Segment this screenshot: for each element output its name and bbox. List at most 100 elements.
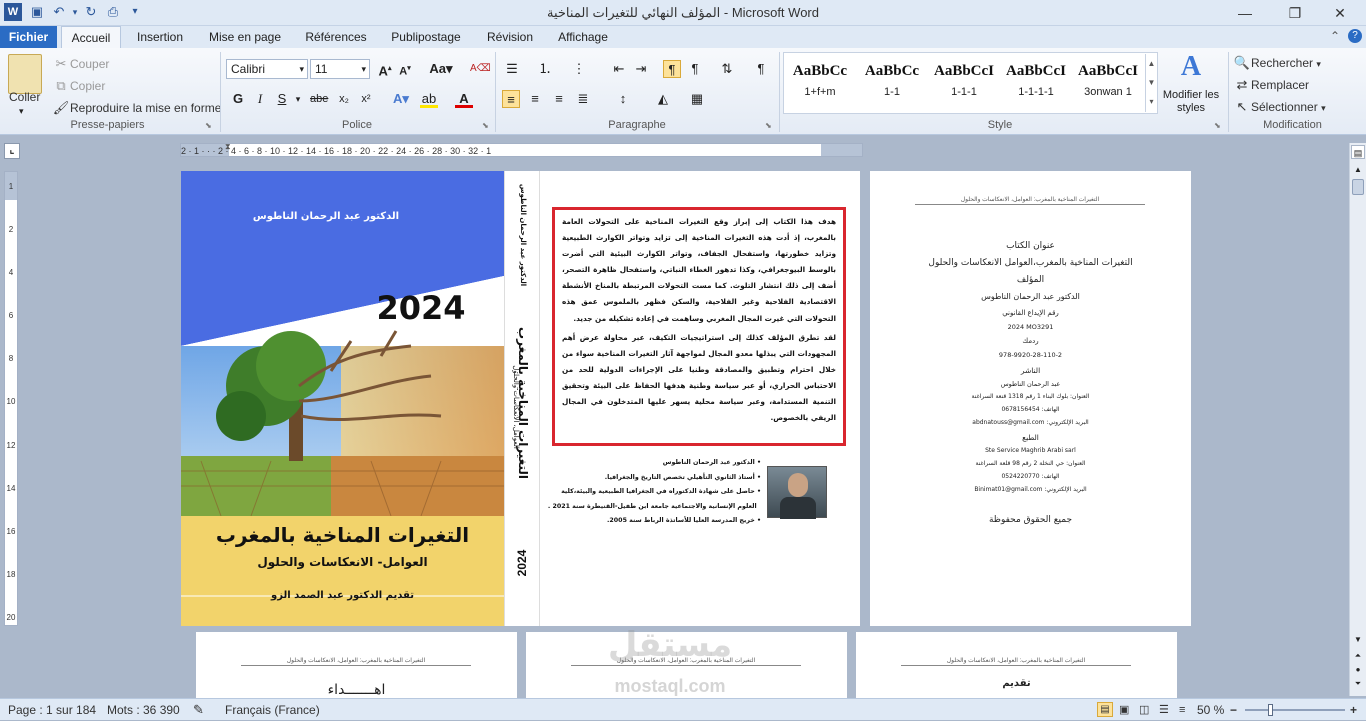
clear-formatting-icon[interactable]: A⌫ (470, 60, 491, 78)
change-case-icon[interactable]: Aa▾ (428, 60, 454, 78)
draft-icon[interactable]: ≡ (1179, 699, 1185, 721)
zoom-out-icon[interactable]: − (1230, 699, 1237, 721)
paste-button[interactable]: Coller (9, 90, 40, 104)
tab-page-layout[interactable]: Mise en page (203, 26, 287, 48)
copyright-page[interactable]: التغيرات المناخية بالمغرب: العوامل، الان… (870, 171, 1191, 626)
paste-icon[interactable] (8, 54, 42, 94)
restore-icon[interactable]: ❐ (1280, 2, 1310, 24)
copy-button[interactable]: ⧉ Copier (52, 77, 105, 95)
web-layout-icon[interactable]: ◫ (1139, 699, 1149, 721)
scroll-thumb[interactable] (1352, 179, 1364, 195)
tab-stop-selector[interactable]: ⌞ (4, 143, 20, 159)
paragraph-launcher-icon[interactable]: ⬊ (765, 121, 772, 130)
subscript-icon[interactable]: x₂ (335, 90, 353, 108)
close-icon[interactable]: ✕ (1325, 2, 1355, 24)
ruler-toggle-icon[interactable]: ▤ (1351, 145, 1365, 159)
styles-scroll-icon[interactable]: ▲ ▼ ▾ (1145, 54, 1157, 112)
preface-page[interactable]: التغيرات المناخية بالمغرب: العوامل، الان… (856, 632, 1177, 700)
align-right-icon[interactable]: ≡ (550, 90, 568, 108)
outline-icon[interactable]: ☰ (1159, 699, 1169, 721)
styles-launcher-icon[interactable]: ⬊ (1214, 121, 1221, 130)
increase-indent-icon[interactable]: ⇥ (632, 60, 650, 78)
tab-home[interactable]: Accueil (61, 26, 121, 48)
text-effects-icon[interactable]: A▾ (392, 90, 410, 108)
back-cover-page[interactable]: هدف هذا الكتاب إلى إبراز وقع التغيرات ال… (540, 171, 860, 626)
scroll-down-icon[interactable]: ▼ (1351, 635, 1365, 649)
borders-icon[interactable]: ▦ (688, 90, 706, 108)
tab-review[interactable]: Révision (480, 26, 540, 48)
show-formatting-icon[interactable]: ¶ (752, 60, 770, 78)
tab-mailings[interactable]: Publipostage (385, 26, 467, 48)
replace-button[interactable]: ⇄ Remplacer (1233, 76, 1309, 94)
paste-dropdown-icon[interactable]: ▾ (19, 106, 24, 117)
bold-icon[interactable]: G (229, 90, 247, 108)
italic-icon[interactable]: I (251, 90, 269, 108)
previous-page-icon[interactable]: ⏶ (1351, 651, 1365, 663)
tab-insert[interactable]: Insertion (130, 26, 190, 48)
underline-dropdown-icon[interactable]: ▾ (289, 90, 307, 108)
cut-label: Couper (70, 57, 110, 71)
grow-font-icon[interactable]: A▴ (376, 60, 394, 78)
clipboard-launcher-icon[interactable]: ⬊ (205, 121, 212, 130)
word-count[interactable]: Mots : 36 390 (107, 699, 180, 721)
multilevel-list-icon[interactable]: ⋮ (570, 60, 588, 78)
style-item[interactable]: AaBbCcI 1-1-1 (929, 56, 999, 112)
tab-file[interactable]: Fichier (0, 26, 57, 48)
next-page-icon[interactable]: ⏷ (1351, 679, 1365, 691)
style-item[interactable]: AaBbCc 1+f+m (785, 56, 855, 112)
help-icon[interactable]: ? (1348, 29, 1362, 43)
change-styles-icon[interactable]: A (1175, 52, 1207, 82)
sort-icon[interactable]: ⇅ (718, 60, 736, 78)
minimize-ribbon-icon[interactable]: ⌃ (1330, 29, 1340, 43)
shrink-font-icon[interactable]: A▾ (396, 60, 414, 78)
language-indicator[interactable]: Français (France) (225, 699, 320, 721)
select-button[interactable]: ↖ Sélectionner ▾ (1233, 98, 1326, 116)
full-screen-reading-icon[interactable]: ▣ (1119, 699, 1129, 721)
cover-title: التغيرات المناخية بالمغرب (215, 523, 470, 547)
proofing-icon[interactable]: ✎ (193, 699, 204, 721)
browse-object-icon[interactable]: ● (1351, 665, 1365, 677)
style-item[interactable]: AaBbCcI 1-1-1-1 (1001, 56, 1071, 112)
strikethrough-icon[interactable]: abe (310, 90, 328, 108)
summary-box: هدف هذا الكتاب إلى إبراز وقع التغيرات ال… (552, 207, 846, 446)
vertical-ruler[interactable]: 1 2 4 6 8 10 12 14 16 18 20 (4, 171, 18, 626)
font-size-select[interactable]: 11 ▾ (310, 59, 370, 79)
line-spacing-icon[interactable]: ↕ (614, 90, 632, 108)
indent-marker-icon[interactable]: ⧗ (225, 142, 231, 152)
align-center-icon[interactable]: ≡ (526, 90, 544, 108)
style-item[interactable]: AaBbCcI 3onwan 1 (1073, 56, 1143, 112)
font-launcher-icon[interactable]: ⬊ (482, 121, 489, 130)
highlight-icon[interactable]: ab (420, 90, 438, 108)
superscript-icon[interactable]: x² (357, 90, 375, 108)
front-cover-page[interactable]: الدكتور عبد الرحمان الناطوس 2024 التغيرا… (181, 171, 504, 626)
vertical-scrollbar[interactable]: ▤ ▲ ▼ ⏶ ● ⏷ (1349, 143, 1366, 696)
print-layout-icon[interactable]: ▤ (1097, 702, 1113, 717)
tab-references[interactable]: Références (300, 26, 372, 48)
format-painter-button[interactable]: 🖌Reproduire la mise en forme (52, 99, 222, 117)
font-name-select[interactable]: Calibri ▾ (226, 59, 308, 79)
bullets-icon[interactable]: ☰ (503, 60, 521, 78)
change-styles-button[interactable]: Modifier les styles (1160, 89, 1222, 115)
style-item[interactable]: AaBbCc 1-1 (857, 56, 927, 112)
shading-icon[interactable]: ◭ (654, 90, 672, 108)
book-spine[interactable]: الدكتور عبد الرحمان الناطوس التغيرات الم… (504, 171, 540, 626)
scroll-up-icon[interactable]: ▲ (1351, 163, 1365, 177)
bio-line: • خريج المدرسة العليا للأساتذة الرباط سن… (607, 517, 761, 524)
zoom-level[interactable]: 50 % (1197, 699, 1224, 721)
zoom-slider-thumb[interactable] (1268, 704, 1273, 716)
font-color-icon[interactable]: A (455, 90, 473, 108)
cut-button[interactable]: ✂ Couper (52, 55, 110, 73)
zoom-slider[interactable] (1245, 704, 1345, 716)
zoom-in-icon[interactable]: + (1350, 699, 1357, 721)
find-button[interactable]: 🔍Rechercher ▾ (1233, 54, 1321, 72)
tab-view[interactable]: Affichage (552, 26, 614, 48)
page-count[interactable]: Page : 1 sur 184 (8, 699, 96, 721)
align-left-icon[interactable]: ≡ (502, 90, 520, 108)
minimize-icon[interactable]: — (1230, 2, 1260, 24)
rtl-direction-icon[interactable]: ¶ (686, 60, 704, 78)
dedication-page[interactable]: التغيرات المناخية بالمغرب: العوامل، الان… (196, 632, 517, 700)
numbering-icon[interactable]: ⒈ (536, 60, 554, 78)
justify-icon[interactable]: ≣ (574, 90, 592, 108)
decrease-indent-icon[interactable]: ⇤ (610, 60, 628, 78)
ltr-direction-icon[interactable]: ¶ (663, 60, 681, 78)
